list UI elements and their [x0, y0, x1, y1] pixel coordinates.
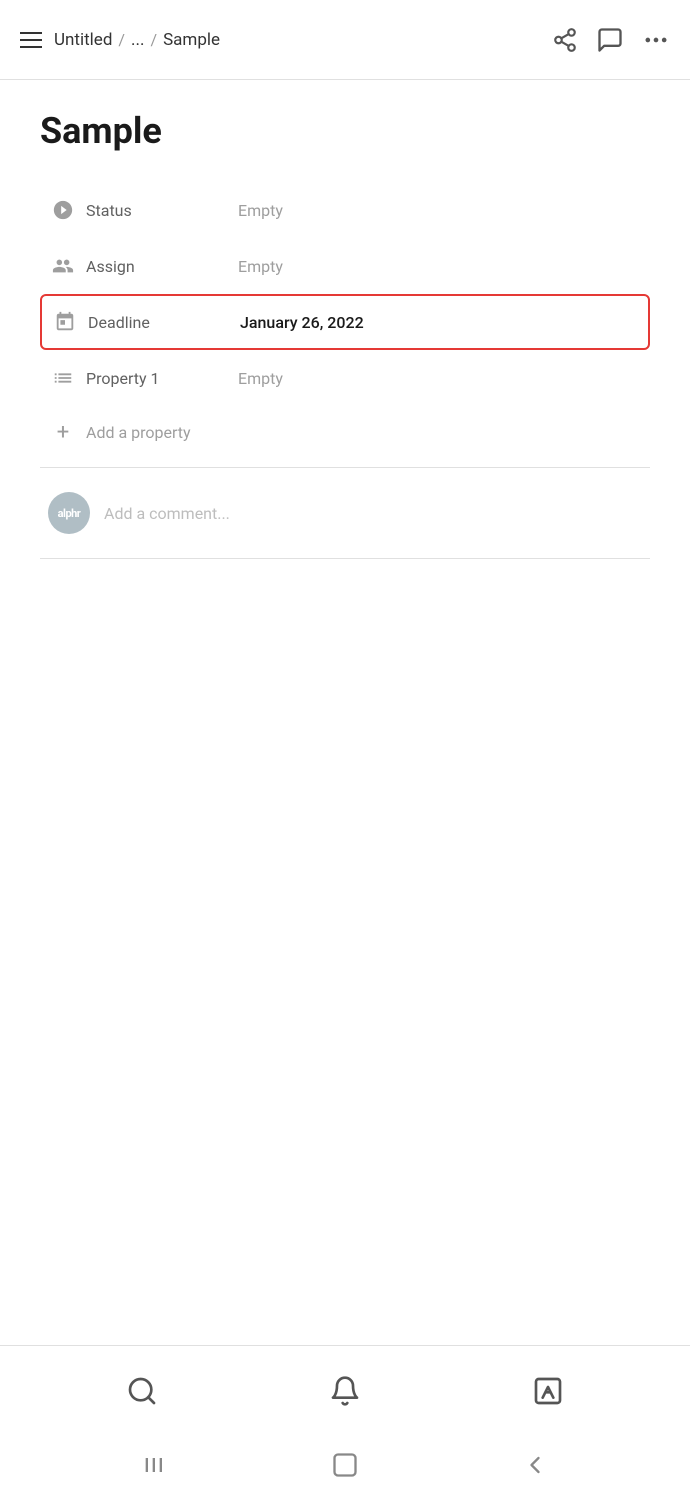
property1-value: Empty	[238, 369, 283, 388]
breadcrumb-current: Sample	[163, 30, 220, 50]
divider	[40, 467, 650, 468]
breadcrumb: Untitled / ... / Sample	[54, 30, 220, 50]
add-property-label: Add a property	[78, 423, 191, 442]
page-title: Sample	[40, 110, 650, 152]
comment-row[interactable]: alphr Add a comment...	[40, 476, 650, 550]
status-icon	[48, 199, 78, 221]
deadline-icon	[50, 311, 80, 333]
properties-list: Status Empty Assign Empty Deadline Janua…	[40, 182, 650, 567]
breadcrumb-ellipsis[interactable]: ...	[131, 30, 144, 50]
deadline-property-row[interactable]: Deadline January 26, 2022	[40, 294, 650, 350]
breadcrumb-sep1: /	[118, 30, 125, 49]
avatar: alphr	[48, 492, 90, 534]
deadline-value: January 26, 2022	[240, 313, 364, 332]
status-value: Empty	[238, 201, 283, 220]
share-icon[interactable]	[552, 27, 578, 53]
property1-label: Property 1	[78, 369, 238, 388]
hamburger-menu-icon[interactable]	[20, 32, 42, 48]
status-label: Status	[78, 201, 238, 220]
divider-bottom	[40, 558, 650, 559]
assign-icon	[48, 255, 78, 277]
breadcrumb-sep2: /	[150, 30, 157, 49]
deadline-label: Deadline	[80, 313, 240, 332]
top-bar-left: Untitled / ... / Sample	[20, 30, 220, 50]
android-home-button[interactable]	[331, 1451, 359, 1479]
comment-placeholder[interactable]: Add a comment...	[104, 504, 230, 523]
breadcrumb-root[interactable]: Untitled	[54, 30, 112, 50]
assign-label: Assign	[78, 257, 238, 276]
android-back-button[interactable]	[521, 1451, 549, 1479]
status-property-row[interactable]: Status Empty	[40, 182, 650, 238]
bell-button[interactable]	[329, 1375, 361, 1407]
more-options-icon[interactable]	[642, 26, 670, 54]
search-button[interactable]	[126, 1375, 158, 1407]
list-icon	[48, 367, 78, 389]
android-menu-button[interactable]	[141, 1451, 169, 1479]
add-property-row[interactable]: + Add a property	[40, 406, 650, 459]
edit-button[interactable]	[532, 1375, 564, 1407]
property1-row[interactable]: Property 1 Empty	[40, 350, 650, 406]
bottom-toolbar	[0, 1345, 690, 1435]
comment-icon[interactable]	[596, 26, 624, 54]
assign-value: Empty	[238, 257, 283, 276]
top-bar: Untitled / ... / Sample	[0, 0, 690, 80]
top-bar-right	[552, 26, 670, 54]
android-nav-bar	[0, 1435, 690, 1495]
main-content: Sample Status Empty Assign Empty	[0, 80, 690, 1345]
add-property-plus-icon: +	[48, 420, 78, 445]
assign-property-row[interactable]: Assign Empty	[40, 238, 650, 294]
